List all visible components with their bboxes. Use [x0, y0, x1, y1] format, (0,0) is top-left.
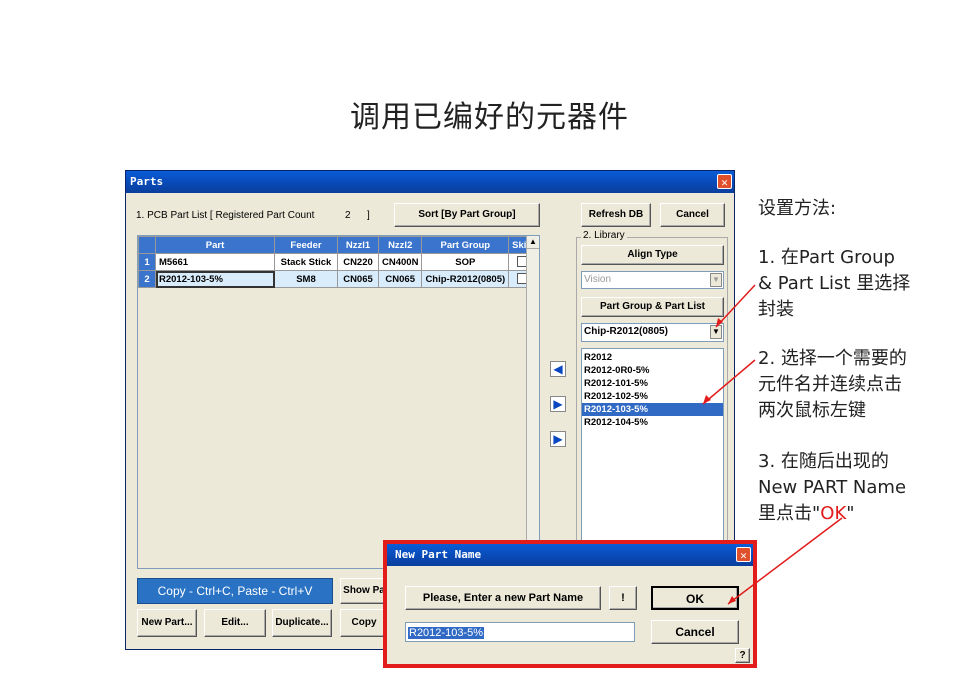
arrow-line-step1	[715, 284, 756, 328]
arrow-head-step2	[703, 395, 711, 404]
arrow-line-step3	[727, 517, 843, 605]
annotation-arrows	[702, 284, 843, 605]
arrow-head-step1	[716, 318, 723, 327]
arrow-line-step2	[702, 359, 756, 405]
arrow-head-step3	[728, 596, 736, 604]
